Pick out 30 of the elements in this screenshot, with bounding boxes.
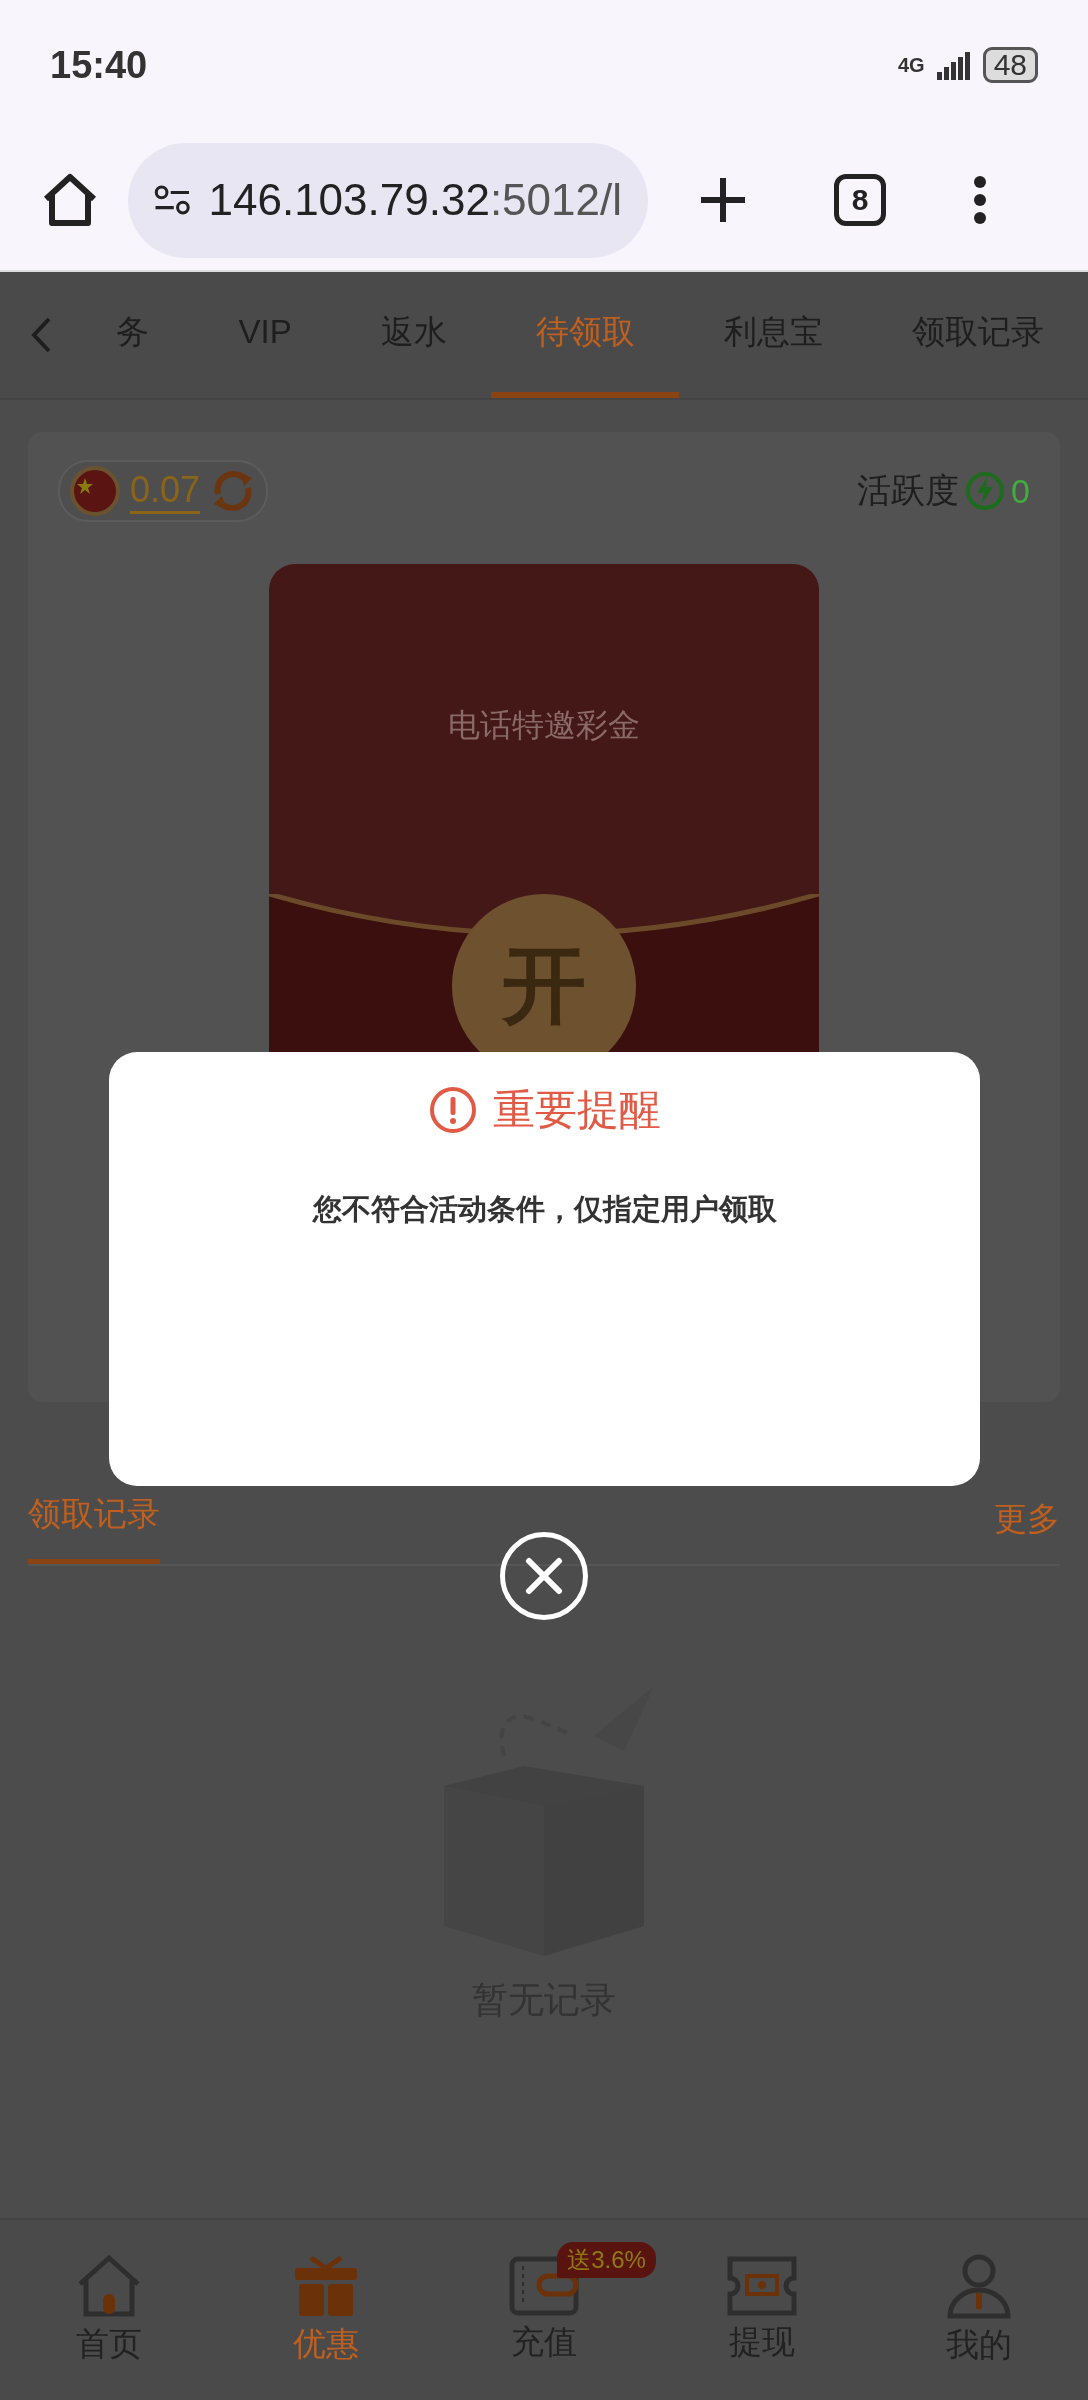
user-icon	[947, 2252, 1012, 2319]
tab[interactable]: 待领取	[491, 272, 680, 398]
records-tab[interactable]: 领取记录	[28, 1492, 160, 1564]
plus-icon	[698, 175, 748, 225]
ticket-icon	[726, 2255, 797, 2316]
signal-icon	[936, 50, 971, 80]
activity-value: 0	[1011, 471, 1030, 511]
more-icon	[972, 175, 988, 225]
url-path: :5012/l	[489, 175, 622, 225]
warning-icon	[428, 1086, 477, 1134]
close-button[interactable]	[500, 1532, 588, 1620]
tab-count-button[interactable]: 8	[834, 174, 886, 226]
dialog-message: 您不符合活动条件，仅指定用户领取	[312, 1192, 777, 1227]
dialog-title: 重要提醒	[492, 1085, 661, 1135]
address-bar[interactable]: 146.103.79.32:5012/l	[128, 142, 648, 258]
url-host: 146.103.79.32	[208, 175, 490, 225]
nav-item[interactable]: 优惠	[217, 2220, 436, 2400]
status-time: 15:40	[50, 43, 148, 87]
network-label: 4G	[897, 53, 925, 77]
envelope-title: 电话特邀彩金	[448, 706, 640, 745]
back-icon	[30, 316, 52, 354]
flag-icon	[70, 466, 120, 516]
close-icon	[524, 1556, 564, 1596]
more-link[interactable]: 更多	[994, 1497, 1060, 1564]
bonus-badge: 送3.6%	[557, 2242, 656, 2278]
battery-level: 48	[982, 47, 1038, 83]
balance-amount: 0.07	[130, 468, 201, 514]
lightning-icon	[965, 471, 1006, 511]
gift-icon	[293, 2253, 360, 2318]
home-icon	[42, 173, 98, 227]
